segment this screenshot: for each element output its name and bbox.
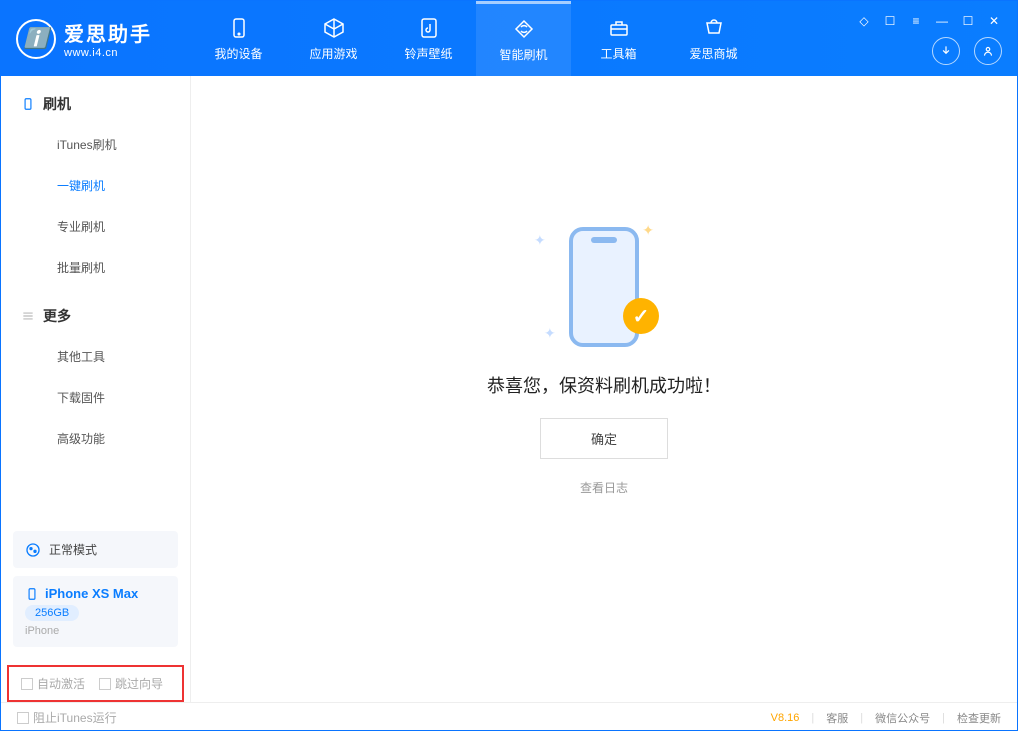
cube-icon — [322, 16, 346, 40]
device-icon — [21, 97, 35, 111]
section-title: 更多 — [43, 306, 71, 326]
tab-my-device[interactable]: 我的设备 — [191, 1, 286, 76]
mode-icon — [25, 542, 41, 558]
menu-lines-icon — [21, 309, 35, 323]
tab-label: 工具箱 — [600, 45, 636, 62]
device-panel: 正常模式 iPhone XS Max 256GB iPhone — [1, 519, 190, 659]
block-itunes-checkbox[interactable]: 阻止iTunes运行 — [17, 709, 117, 726]
sidebar-item-advanced[interactable]: 高级功能 — [1, 418, 190, 459]
minimize-button[interactable]: — — [934, 13, 950, 29]
download-icon[interactable] — [932, 37, 960, 65]
success-illustration: ✦ ✦ ✦ ✓ — [529, 222, 679, 352]
version-label: V8.16 — [771, 712, 800, 724]
app-header: ℹ️ 爱思助手 www.i4.cn 我的设备 应用游戏 铃声壁纸 智能刷机 工具… — [1, 1, 1017, 76]
device-box[interactable]: iPhone XS Max 256GB iPhone — [13, 576, 178, 647]
tab-label: 应用游戏 — [309, 45, 357, 62]
ok-button[interactable]: 确定 — [540, 418, 668, 459]
window-controls: ◇ ☐ ≡ — ☐ ✕ — [856, 13, 1002, 29]
sidebar: 刷机 iTunes刷机 一键刷机 专业刷机 批量刷机 更多 其他工具 下载固件 … — [1, 76, 191, 702]
logo-text: 爱思助手 www.i4.cn — [64, 18, 152, 59]
sidebar-item-batch-flash[interactable]: 批量刷机 — [1, 247, 190, 288]
body-area: 刷机 iTunes刷机 一键刷机 专业刷机 批量刷机 更多 其他工具 下载固件 … — [1, 76, 1017, 702]
tab-smart-flash[interactable]: 智能刷机 — [476, 1, 571, 76]
auto-activate-checkbox[interactable]: 自动激活 — [21, 675, 85, 692]
tab-ringtone-wallpaper[interactable]: 铃声壁纸 — [381, 1, 476, 76]
sidebar-section-more: 更多 — [1, 288, 190, 336]
app-name-en: www.i4.cn — [64, 47, 152, 59]
logo-area: ℹ️ 爱思助手 www.i4.cn — [16, 18, 191, 59]
footer-right: V8.16 | 客服 | 微信公众号 | 检查更新 — [771, 710, 1001, 726]
skip-guide-checkbox[interactable]: 跳过向导 — [99, 675, 163, 692]
header-tabs: 我的设备 应用游戏 铃声壁纸 智能刷机 工具箱 爱思商城 — [191, 1, 761, 76]
checkbox-icon — [21, 678, 33, 690]
footer-link-update[interactable]: 检查更新 — [957, 710, 1001, 726]
user-icon[interactable] — [974, 37, 1002, 65]
tab-store[interactable]: 爱思商城 — [666, 1, 761, 76]
success-message: 恭喜您，保资料刷机成功啦！ — [487, 372, 721, 398]
logo-icon: ℹ️ — [16, 19, 56, 59]
check-badge-icon: ✓ — [623, 298, 659, 334]
mode-label: 正常模式 — [49, 541, 97, 558]
close-button[interactable]: ✕ — [986, 13, 1002, 29]
maximize-button[interactable]: ☐ — [960, 13, 976, 29]
phone-small-icon — [25, 587, 39, 601]
skin-icon[interactable]: ◇ — [856, 13, 872, 29]
toolbox-icon — [607, 16, 631, 40]
mode-box[interactable]: 正常模式 — [13, 531, 178, 568]
tab-label: 智能刷机 — [499, 46, 547, 63]
footer-link-wechat[interactable]: 微信公众号 — [875, 710, 930, 726]
sidebar-item-download-firmware[interactable]: 下载固件 — [1, 377, 190, 418]
tab-label: 我的设备 — [214, 45, 262, 62]
device-type: iPhone — [25, 625, 166, 637]
music-icon — [417, 16, 441, 40]
sidebar-section-flash: 刷机 — [1, 76, 190, 124]
phone-icon — [227, 16, 251, 40]
device-name: iPhone XS Max — [45, 586, 138, 601]
sidebar-item-pro-flash[interactable]: 专业刷机 — [1, 206, 190, 247]
sparkle-icon: ✦ — [544, 325, 556, 342]
checkbox-icon — [99, 678, 111, 690]
header-right: ◇ ☐ ≡ — ☐ ✕ — [856, 13, 1002, 65]
sidebar-item-other-tools[interactable]: 其他工具 — [1, 336, 190, 377]
footer: 阻止iTunes运行 V8.16 | 客服 | 微信公众号 | 检查更新 — [1, 702, 1017, 732]
menu-icon[interactable]: ≡ — [908, 13, 924, 29]
tab-label: 铃声壁纸 — [404, 45, 452, 62]
footer-link-support[interactable]: 客服 — [826, 710, 848, 726]
storage-badge: 256GB — [25, 605, 79, 621]
feedback-icon[interactable]: ☐ — [882, 13, 898, 29]
tab-toolbox[interactable]: 工具箱 — [571, 1, 666, 76]
sidebar-item-oneclick-flash[interactable]: 一键刷机 — [1, 165, 190, 206]
section-title: 刷机 — [43, 94, 71, 114]
main-content: ✦ ✦ ✦ ✓ 恭喜您，保资料刷机成功啦！ 确定 查看日志 — [191, 76, 1017, 702]
checkbox-label: 跳过向导 — [115, 675, 163, 692]
checkbox-label: 自动激活 — [37, 675, 85, 692]
cart-icon — [702, 16, 726, 40]
refresh-icon — [512, 17, 536, 41]
tab-apps-games[interactable]: 应用游戏 — [286, 1, 381, 76]
sparkle-icon: ✦ — [642, 222, 654, 239]
footer-left: 阻止iTunes运行 — [17, 709, 117, 726]
tab-label: 爱思商城 — [689, 45, 737, 62]
view-log-link[interactable]: 查看日志 — [580, 479, 628, 496]
checkbox-icon — [17, 712, 29, 724]
options-highlight-box: 自动激活 跳过向导 — [7, 665, 184, 702]
checkbox-label: 阻止iTunes运行 — [33, 709, 117, 726]
sparkle-icon: ✦ — [534, 232, 546, 249]
app-name-cn: 爱思助手 — [64, 18, 152, 47]
sidebar-item-itunes-flash[interactable]: iTunes刷机 — [1, 124, 190, 165]
